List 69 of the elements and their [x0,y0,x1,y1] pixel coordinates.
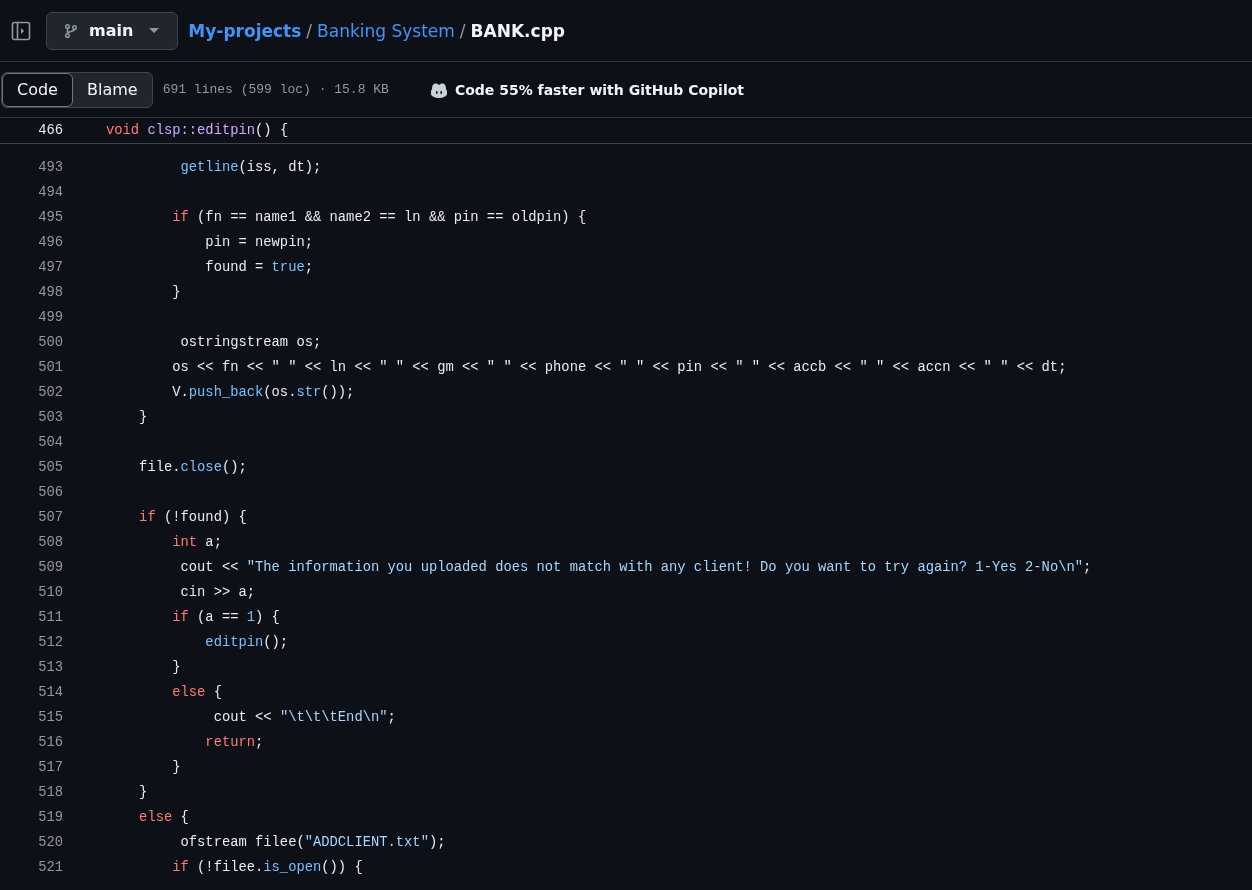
line-number: 518 [37,785,63,800]
file-info: 691 lines (599 loc) · 15.8 KB [162,82,389,97]
line-number: 500 [37,335,63,350]
line-number: 504 [37,435,63,450]
line-number: 506 [37,485,63,500]
line-number: 517 [37,760,63,775]
code-line: found = true; [204,260,313,275]
file-name: BANK.cpp [470,20,565,41]
line-number: 521 [37,860,63,875]
breadcrumb-link[interactable]: Banking System [317,20,455,41]
line-number: 496 [37,235,63,250]
branch-icon [63,22,79,39]
caret-icon [149,27,160,34]
line-number: 509 [37,560,63,575]
line-number: 520 [37,835,63,850]
code-line: if (a == 1) { [171,610,280,625]
code-line: ostringstream os; [179,335,322,350]
code-line: cout << "The information you uploaded does not match with any client! Do you want to try again? 1-Yes 2-No\n"; [179,560,1092,575]
line-number: 499 [37,310,63,325]
view-tab[interactable]: Code [2,72,73,107]
line-number: 508 [37,535,63,550]
code-line: return; [204,735,264,750]
code-line: V.push_back(os.str()); [171,385,355,400]
view-tab[interactable]: Blame [72,72,152,107]
line-number: 513 [37,660,63,675]
code-line: } [138,410,148,425]
code-line: getline(iss, dt); [179,160,322,175]
code-line: } [171,660,181,675]
copilot-link[interactable]: Code 55% faster with GitHub Copilot [428,80,745,99]
line-number: 495 [37,210,63,225]
code-line: int a; [171,535,222,550]
code-line: os << fn << " " << ln << " " << gm << " " << phone << " " << pin << " " << accb << " " << accn << " " << dt; [171,360,1067,375]
line-number: 502 [37,385,63,400]
code-line: else { [171,685,222,700]
code-line: } [138,785,148,800]
line-number: 516 [37,735,63,750]
code-line: editpin(); [204,635,289,650]
line-number: 515 [37,710,63,725]
code-line: if (!filee.is_open()) { [171,860,363,875]
code-line: file.close(); [138,460,247,475]
path-separator: / [306,20,313,41]
code-line: void clsp::editpin() { [106,123,289,138]
line-number: 512 [37,635,63,650]
code-line: if (!found) { [138,510,247,525]
code-line: ofstream filee("ADDCLIENT.txt"); [179,835,446,850]
code-line: } [171,760,181,775]
branch-selector[interactable]: main [46,11,179,50]
sidebar-toggle-icon[interactable] [11,20,31,41]
line-number: 511 [37,610,63,625]
code-line: cin >> a; [179,585,256,600]
code-line: else { [138,810,189,825]
line-number: 503 [37,410,63,425]
line-number: 497 [37,260,63,275]
line-number: 466 [37,123,63,138]
line-number: 510 [37,585,63,600]
line-number: 507 [37,510,63,525]
code-line: cout << "\t\t\tEnd\n"; [212,710,396,725]
path-separator: / [459,20,466,41]
line-number: 501 [37,360,63,375]
code-line: if (fn == name1 && name2 == ln && pin == oldpin) { [171,210,587,225]
line-number: 519 [37,810,63,825]
line-number: 498 [37,285,63,300]
code-line: pin = newpin; [204,235,313,250]
line-number: 514 [37,685,63,700]
line-number: 493 [37,160,63,175]
line-number: 505 [37,460,63,475]
line-number: 494 [37,185,63,200]
code-line: } [171,285,181,300]
breadcrumb-link[interactable]: My-projects [188,20,302,41]
